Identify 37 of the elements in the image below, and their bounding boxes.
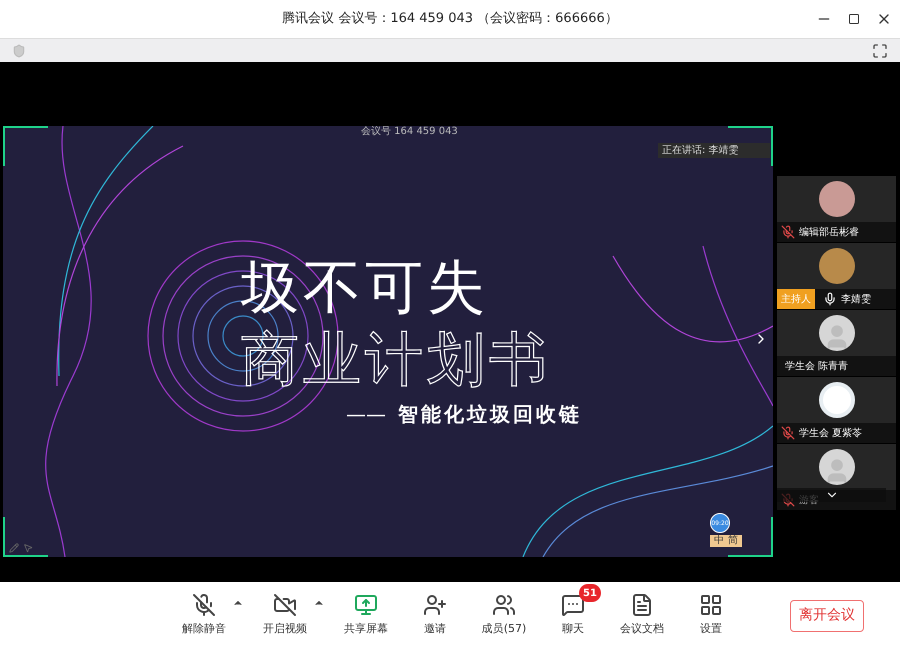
invite-icon	[423, 593, 447, 618]
participant-tile[interactable]: 主持人 李婧雯	[777, 243, 896, 309]
toolbar-button[interactable]: 共享屏幕	[338, 593, 394, 638]
participant-name: 游客	[799, 494, 819, 508]
ime-label[interactable]: 中	[714, 535, 724, 547]
corner-bracket	[3, 517, 48, 557]
toolbar-button[interactable]: 会议文档	[614, 593, 670, 638]
participant-tile[interactable]: 学生会 夏紫苓	[777, 377, 896, 443]
ime-label[interactable]: 简	[728, 535, 738, 547]
settings-icon	[699, 593, 723, 618]
participant-name: 李婧雯	[841, 292, 871, 306]
members-icon	[492, 593, 516, 618]
unread-badge: 51	[579, 584, 601, 602]
pen-icon[interactable]	[9, 543, 19, 553]
participant-name: 学生会 陈青青	[785, 360, 848, 374]
participant-tile[interactable]: 学生会 陈青青	[777, 310, 896, 376]
document-icon	[630, 593, 654, 618]
fullscreen-icon[interactable]	[872, 42, 888, 58]
toolbar-button[interactable]: 成员(57)	[476, 593, 532, 638]
slide-tagline: 智能化垃圾回收链	[398, 401, 582, 428]
participant-name: 编辑部岳彬睿	[799, 226, 859, 240]
window-title: 腾讯会议 会议号：164 459 043 （会议密码：666666）	[282, 10, 618, 28]
toolbar-button[interactable]: 开启视频	[257, 593, 313, 638]
toolbar-button[interactable]: 解除静音	[176, 593, 232, 638]
toolbar-button[interactable]: 设置	[683, 593, 739, 638]
host-badge: 主持人	[777, 289, 815, 309]
participant-name: 学生会 夏紫苓	[799, 426, 862, 440]
participant-tile[interactable]: 编辑部岳彬睿	[777, 176, 896, 242]
toolbar-button[interactable]: 邀请	[407, 593, 463, 638]
share-screen-icon	[354, 593, 378, 618]
tagline-dash: ——	[346, 401, 386, 428]
leave-meeting-button[interactable]: 离开会议	[790, 600, 864, 632]
corner-bracket	[3, 126, 48, 166]
pointer-icon[interactable]	[23, 543, 33, 553]
maximize-icon[interactable]	[848, 13, 860, 25]
speaker-label: 正在讲话: 李靖雯	[658, 143, 770, 158]
chat-icon	[561, 593, 585, 618]
